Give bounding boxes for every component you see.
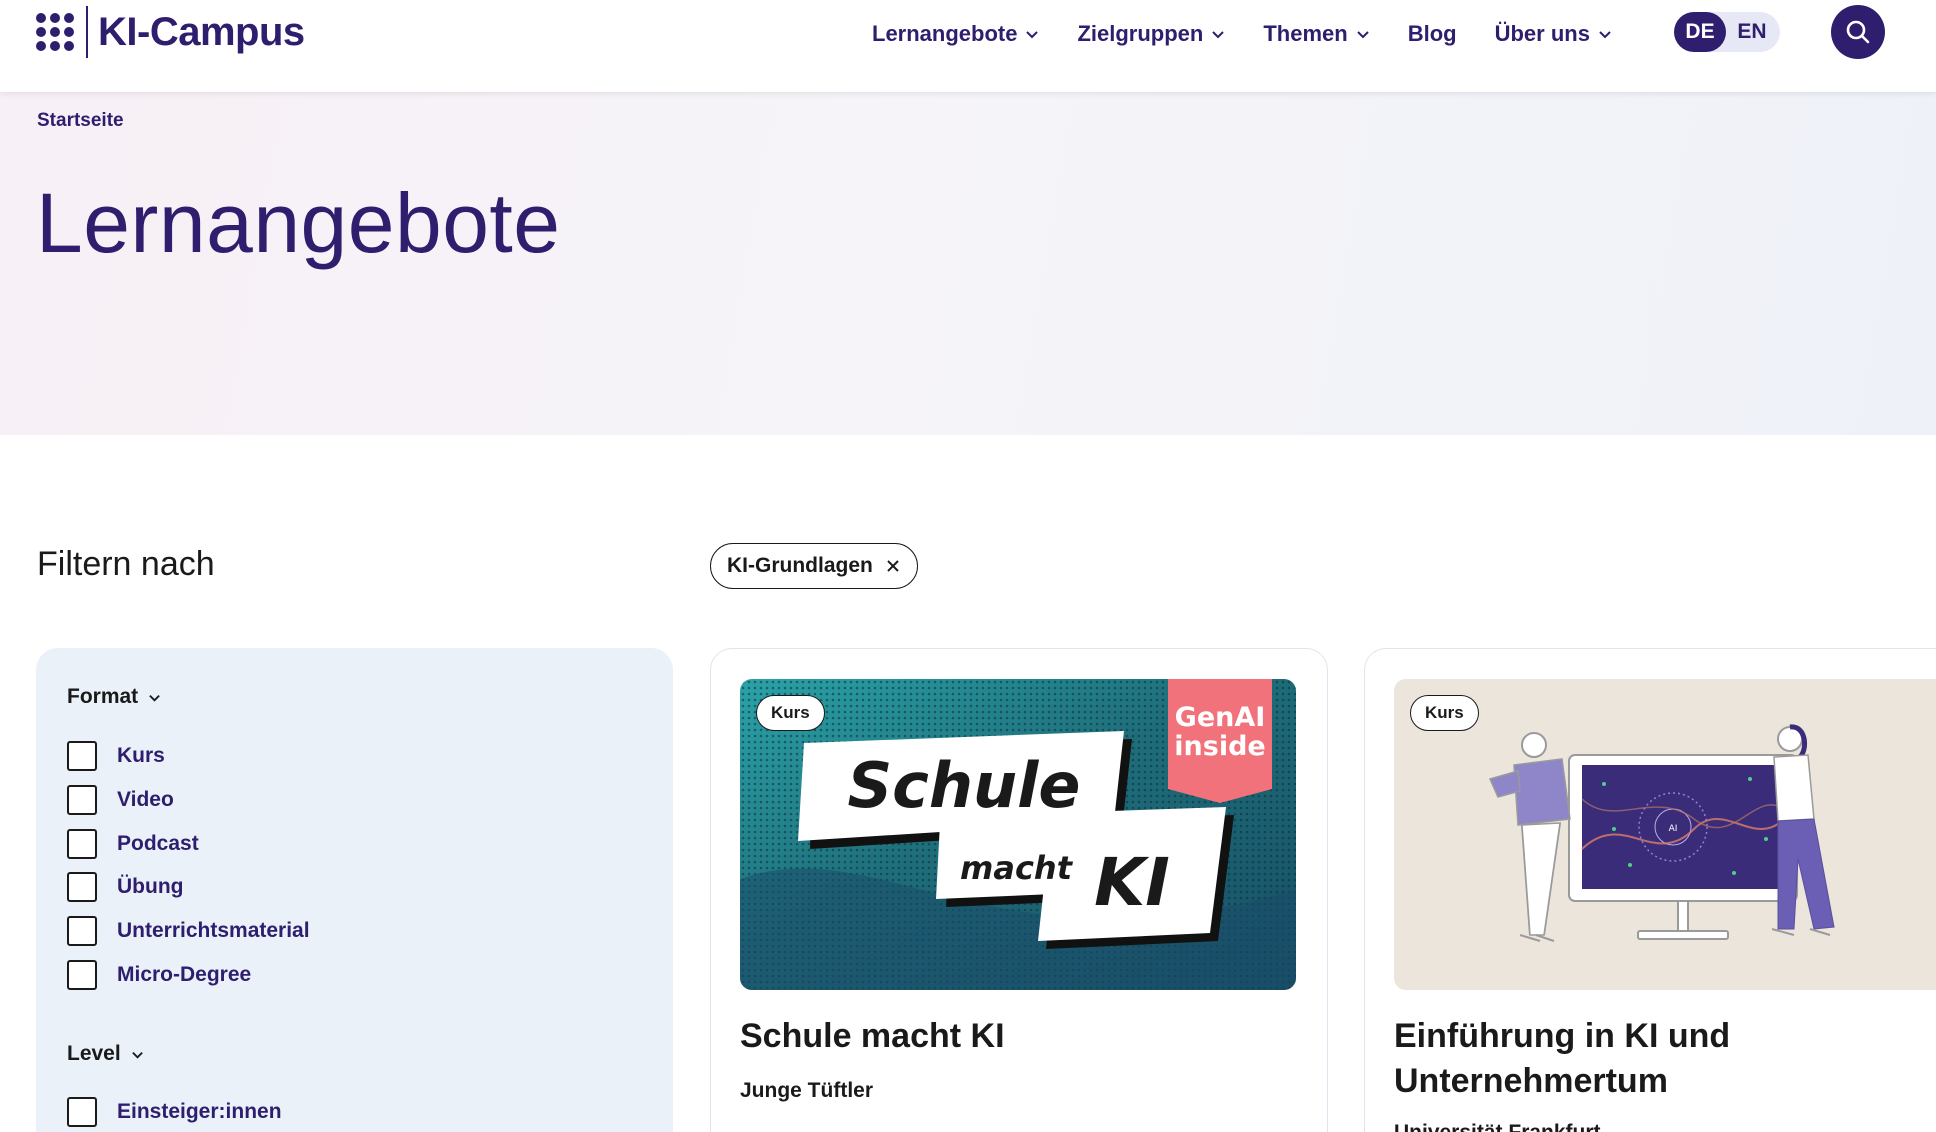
search-button[interactable] bbox=[1831, 5, 1885, 59]
course-card-image[interactable]: Kurs AI bbox=[1394, 679, 1936, 990]
main-nav: Lernangebote Zielgruppen Themen Blog Übe… bbox=[872, 14, 1650, 54]
filter-group-title: Level bbox=[67, 1042, 121, 1065]
checkbox[interactable] bbox=[67, 872, 97, 902]
image-word-macht: macht bbox=[960, 849, 1074, 887]
course-card[interactable]: Kurs AI Einführung in KI und Unternehmer… bbox=[1364, 648, 1936, 1132]
filter-group-level[interactable]: Level bbox=[67, 1042, 144, 1066]
schule-macht-ki-illustration: GenAI inside Schule macht KI bbox=[740, 679, 1296, 990]
nav-item-ueber-uns[interactable]: Über uns bbox=[1495, 21, 1612, 47]
filter-option-kurs[interactable]: Kurs bbox=[67, 740, 165, 772]
filter-panel: Format Kurs Video Podcast Übung Unterric… bbox=[36, 648, 673, 1132]
format-badge: Kurs bbox=[756, 695, 825, 731]
filter-option-unterrichtsmaterial[interactable]: Unterrichtsmaterial bbox=[67, 915, 310, 947]
course-card-image[interactable]: Kurs GenAI inside Schule macht KI bbox=[740, 679, 1296, 990]
search-icon bbox=[1846, 20, 1870, 44]
nav-item-label: Lernangebote bbox=[872, 21, 1018, 46]
nav-item-label: Blog bbox=[1407, 21, 1457, 46]
nav-item-themen[interactable]: Themen bbox=[1263, 21, 1369, 47]
course-title[interactable]: Schule macht KI bbox=[740, 1014, 1300, 1059]
filter-heading: Filtern nach bbox=[37, 545, 215, 583]
lang-en-button[interactable]: EN bbox=[1726, 20, 1778, 44]
chevron-down-icon bbox=[131, 1051, 143, 1059]
course-card[interactable]: Kurs GenAI inside Schule macht KI Schule… bbox=[710, 648, 1328, 1132]
checkbox[interactable] bbox=[67, 829, 97, 859]
hero-section: Startseite Lernangebote bbox=[0, 92, 1936, 435]
filter-option-label: Podcast bbox=[117, 832, 199, 855]
checkbox[interactable] bbox=[67, 1097, 97, 1127]
filter-group-format[interactable]: Format bbox=[67, 685, 161, 709]
filter-option-einsteiger[interactable]: Einsteiger:innen bbox=[67, 1096, 282, 1128]
site-logo[interactable]: KI-Campus bbox=[36, 6, 305, 58]
checkbox[interactable] bbox=[67, 785, 97, 815]
ai-unternehmertum-illustration: AI bbox=[1394, 679, 1936, 990]
filter-option-podcast[interactable]: Podcast bbox=[67, 828, 199, 860]
course-provider: Junge Tüftler bbox=[740, 1079, 874, 1102]
nav-item-label: Zielgruppen bbox=[1077, 21, 1204, 46]
chip-label: KI-Grundlagen bbox=[727, 554, 873, 577]
checkbox[interactable] bbox=[67, 960, 97, 990]
nav-item-blog[interactable]: Blog bbox=[1408, 21, 1457, 47]
filter-option-label: Micro-Degree bbox=[117, 963, 252, 986]
nav-item-zielgruppen[interactable]: Zielgruppen bbox=[1077, 21, 1225, 47]
logo-divider bbox=[86, 6, 88, 58]
nav-item-label: Themen bbox=[1263, 21, 1348, 46]
image-tag-inside: inside bbox=[1174, 731, 1265, 762]
logo-text: KI-Campus bbox=[98, 9, 305, 54]
breadcrumb-home[interactable]: Startseite bbox=[37, 110, 124, 132]
nav-item-lernangebote[interactable]: Lernangebote bbox=[872, 21, 1039, 47]
filter-option-label: Kurs bbox=[117, 744, 165, 767]
chevron-down-icon bbox=[1212, 31, 1225, 39]
course-provider: Universität Frankfurt bbox=[1394, 1121, 1601, 1132]
image-tag-genai: GenAI bbox=[1175, 702, 1266, 733]
filter-option-video[interactable]: Video bbox=[67, 784, 174, 816]
page-title: Lernangebote bbox=[36, 176, 561, 270]
language-switcher: DE EN bbox=[1674, 12, 1780, 52]
close-icon[interactable] bbox=[885, 558, 901, 574]
screen-ai-text: AI bbox=[1669, 824, 1678, 834]
site-header: KI-Campus Lernangebote Zielgruppen Theme… bbox=[0, 0, 1936, 92]
active-filter-chip[interactable]: KI-Grundlagen bbox=[710, 543, 918, 589]
filter-option-uebung[interactable]: Übung bbox=[67, 871, 183, 903]
lang-de-button[interactable]: DE bbox=[1674, 12, 1726, 52]
image-word-schule: Schule bbox=[848, 749, 1081, 822]
filter-option-label: Unterrichtsmaterial bbox=[117, 919, 310, 942]
chevron-down-icon bbox=[1357, 31, 1369, 39]
checkbox[interactable] bbox=[67, 916, 97, 946]
filter-option-label: Video bbox=[117, 788, 174, 811]
filter-option-label: Übung bbox=[117, 875, 184, 898]
filter-option-micro-degree[interactable]: Micro-Degree bbox=[67, 959, 251, 991]
chevron-down-icon bbox=[149, 694, 160, 702]
logo-dots-icon bbox=[36, 13, 74, 51]
filter-group-title: Format bbox=[67, 685, 139, 708]
chevron-down-icon bbox=[1599, 31, 1611, 39]
format-badge: Kurs bbox=[1410, 695, 1479, 731]
chevron-down-icon bbox=[1026, 31, 1039, 39]
nav-item-label: Über uns bbox=[1494, 21, 1590, 46]
image-word-ki: KI bbox=[1094, 844, 1170, 921]
course-title[interactable]: Einführung in KI und Unternehmertum bbox=[1394, 1014, 1936, 1104]
checkbox[interactable] bbox=[67, 741, 97, 771]
filter-option-label: Einsteiger:innen bbox=[117, 1100, 282, 1123]
